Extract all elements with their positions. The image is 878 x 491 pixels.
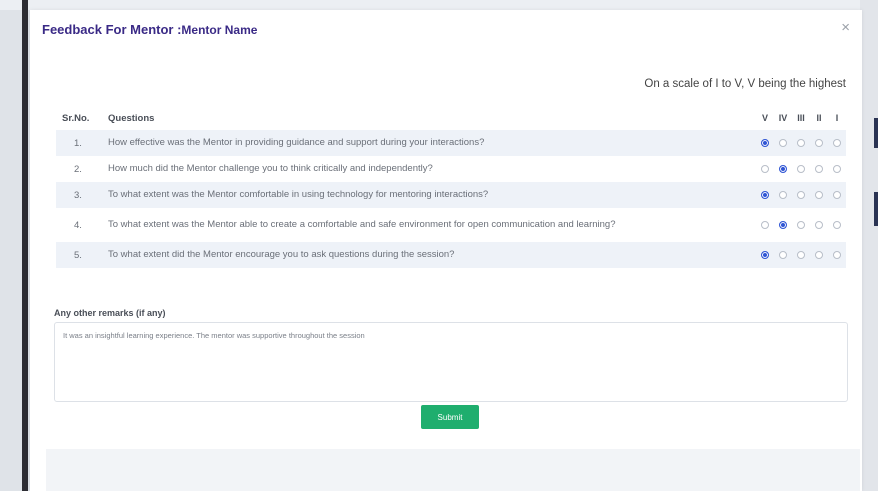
rating-cell — [774, 242, 792, 268]
question-text: To what extent did the Mentor encourage … — [108, 249, 455, 260]
modal-title-text: Feedback For Mentor : — [42, 22, 182, 37]
right-accent-mark — [874, 118, 878, 148]
rating-radio-IV[interactable] — [779, 164, 787, 173]
rating-cell — [792, 242, 810, 268]
question-row: 4. To what extent was the Mentor able to … — [56, 208, 846, 242]
rating-radio-III[interactable] — [797, 164, 805, 173]
close-icon[interactable]: × — [841, 20, 850, 35]
rating-cell — [810, 130, 828, 156]
rating-cell — [774, 182, 792, 208]
rating-cell — [792, 208, 810, 242]
column-header-rating: V — [761, 113, 768, 123]
page-backdrop — [0, 0, 878, 10]
remarks-label: Any other remarks (if any) — [54, 308, 166, 318]
modal-title: Feedback For Mentor :Mentor Name — [42, 22, 257, 37]
feedback-modal: Feedback For Mentor :Mentor Name × On a … — [30, 10, 862, 491]
left-edge-bar — [22, 0, 28, 491]
rating-cell — [828, 242, 846, 268]
rating-cell — [774, 130, 792, 156]
rating-cell — [792, 182, 810, 208]
rating-radio-III[interactable] — [797, 190, 805, 199]
rating-cell — [828, 182, 846, 208]
rating-cell — [792, 130, 810, 156]
column-header-rating: I — [835, 113, 839, 123]
rating-cell — [756, 156, 774, 182]
rating-cell — [810, 242, 828, 268]
question-number: 2. — [74, 163, 82, 175]
rating-radio-V[interactable] — [761, 164, 769, 173]
question-row: 3. To what extent was the Mentor comforta… — [56, 182, 846, 208]
rating-cell — [810, 182, 828, 208]
rating-cell — [810, 156, 828, 182]
questions-table: Sr.No. Questions V IV III II I 1. How eff… — [56, 106, 846, 268]
rating-cell — [828, 208, 846, 242]
rating-cell — [756, 130, 774, 156]
question-number: 1. — [74, 137, 82, 149]
question-number: 3. — [74, 189, 82, 201]
column-header-rating: II — [816, 113, 822, 123]
rating-cell — [774, 208, 792, 242]
question-number: 5. — [74, 249, 82, 261]
column-header-rating: III — [797, 113, 805, 123]
question-row: 5. To what extent did the Mentor encourag… — [56, 242, 846, 268]
remarks-textarea[interactable]: It was an insightful learning experience… — [54, 322, 848, 402]
rating-radio-I[interactable] — [833, 164, 841, 173]
column-header-rating: IV — [778, 113, 788, 123]
rating-cell — [774, 156, 792, 182]
table-header-row: Sr.No. Questions V IV III II I — [56, 106, 846, 130]
question-text: To what extent was the Mentor comfortabl… — [108, 189, 489, 200]
question-text: How effective was the Mentor in providin… — [108, 137, 485, 148]
rating-radio-I[interactable] — [833, 190, 841, 199]
rating-cell — [756, 208, 774, 242]
question-row: 2. How much did the Mentor challenge you … — [56, 156, 846, 182]
rating-radio-II[interactable] — [815, 250, 823, 259]
rating-cell — [828, 130, 846, 156]
column-header-questions: Questions — [108, 112, 155, 124]
rating-cell — [792, 156, 810, 182]
question-text: How much did the Mentor challenge you to… — [108, 163, 433, 174]
right-backdrop — [860, 0, 878, 491]
rating-radio-V[interactable] — [761, 138, 769, 147]
rating-radio-III[interactable] — [797, 220, 805, 229]
mentor-name: Mentor Name — [181, 23, 258, 37]
rating-radio-V[interactable] — [761, 220, 769, 229]
rating-radio-V[interactable] — [761, 250, 769, 259]
modal-footer-area — [46, 449, 860, 491]
question-row: 1. How effective was the Mentor in provid… — [56, 130, 846, 156]
rating-radio-II[interactable] — [815, 220, 823, 229]
rating-radio-III[interactable] — [797, 138, 805, 147]
rating-radio-II[interactable] — [815, 138, 823, 147]
rating-radio-III[interactable] — [797, 250, 805, 259]
rating-radio-I[interactable] — [833, 138, 841, 147]
rating-cell — [810, 208, 828, 242]
rating-radio-IV[interactable] — [779, 138, 787, 147]
rating-radio-IV[interactable] — [779, 220, 787, 229]
right-accent-mark — [874, 192, 878, 226]
rating-radio-II[interactable] — [815, 164, 823, 173]
rating-radio-V[interactable] — [761, 190, 769, 199]
rating-scale-note: On a scale of I to V, V being the highes… — [644, 78, 846, 90]
rating-radio-I[interactable] — [833, 220, 841, 229]
rating-cell — [756, 182, 774, 208]
column-header-sr: Sr.No. — [62, 112, 90, 124]
rating-cell — [828, 156, 846, 182]
question-number: 4. — [74, 219, 82, 231]
rating-radio-IV[interactable] — [779, 190, 787, 199]
rating-cell — [756, 242, 774, 268]
rating-radio-II[interactable] — [815, 190, 823, 199]
question-text: To what extent was the Mentor able to cr… — [108, 219, 616, 230]
rating-radio-I[interactable] — [833, 250, 841, 259]
rating-radio-IV[interactable] — [779, 250, 787, 259]
submit-button[interactable]: Submit — [421, 405, 479, 429]
